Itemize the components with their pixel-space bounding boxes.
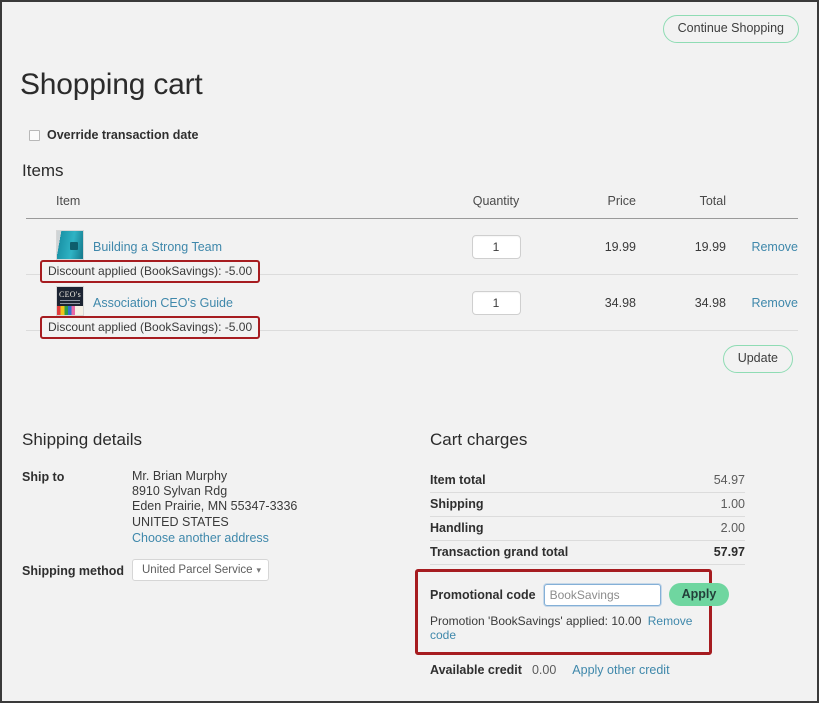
shipping-method-row: Shipping method United Parcel Service ▾ xyxy=(22,559,412,582)
column-header-item: Item xyxy=(56,194,81,208)
promotional-code-input[interactable] xyxy=(542,582,662,607)
item-title-link[interactable]: Building a Strong Team xyxy=(93,240,222,254)
charge-row-handling: Handling 2.00 xyxy=(430,517,745,541)
total-cell: 19.99 xyxy=(694,239,726,254)
column-header-price: Price xyxy=(607,194,636,208)
promotional-code-box: Promotional code Apply Promotion 'BookSa… xyxy=(415,569,730,655)
book-cover-thumbnail-icon: CEO's xyxy=(56,285,84,316)
remove-item-link[interactable]: Remove xyxy=(751,296,798,310)
quantity-input[interactable] xyxy=(471,290,521,315)
thumbnail-title-text: CEO's xyxy=(58,289,82,299)
thumbnail-lines xyxy=(60,299,80,301)
shipping-details-section: Shipping details Ship to Mr. Brian Murph… xyxy=(22,430,412,582)
quantity-cell xyxy=(446,234,546,259)
column-header-quantity: Quantity xyxy=(472,194,520,208)
charge-value: 2.00 xyxy=(720,521,745,535)
choose-another-address-link[interactable]: Choose another address xyxy=(132,531,269,546)
charge-value: 57.97 xyxy=(713,545,745,559)
page-title: Shopping cart xyxy=(20,68,203,101)
available-credit-value: 0.00 xyxy=(531,663,557,677)
shopping-cart-page: Continue Shopping Shopping cart Override… xyxy=(0,0,819,703)
item-title-link[interactable]: Association CEO's Guide xyxy=(93,296,233,310)
cart-charges-heading: Cart charges xyxy=(430,430,528,449)
remove-item-link[interactable]: Remove xyxy=(751,240,798,254)
promotion-applied-text: Promotion 'BookSavings' applied: 10.00 xyxy=(430,614,642,628)
items-table-header: Item Quantity Price Total xyxy=(26,194,798,219)
chevron-down-icon: ▾ xyxy=(256,564,261,575)
action-cell: Remove xyxy=(726,238,798,256)
override-transaction-date-checkbox[interactable] xyxy=(29,129,40,141)
shipping-method-label: Shipping method xyxy=(22,563,125,578)
total-cell: 34.98 xyxy=(694,295,726,310)
promotional-code-label: Promotional code xyxy=(430,587,536,602)
apply-promo-button[interactable]: Apply xyxy=(668,583,730,606)
promotional-code-row: Promotional code Apply xyxy=(430,582,730,607)
items-table: Item Quantity Price Total Building a Str… xyxy=(26,194,798,339)
ship-to-row: Ship to Mr. Brian Murphy 8910 Sylvan Rdg… xyxy=(22,469,412,546)
items-section-heading: Items xyxy=(22,161,64,180)
charge-row-grand-total: Transaction grand total 57.97 xyxy=(430,541,745,565)
update-cart-button[interactable]: Update xyxy=(722,345,793,373)
item-cell: CEO's Association CEO's Guide Discount a… xyxy=(26,275,446,339)
action-cell: Remove xyxy=(726,294,798,312)
address-street: 8910 Sylvan Rdg xyxy=(132,484,228,499)
item-cell: Building a Strong Team Discount applied … xyxy=(26,219,446,283)
charge-row-item-total: Item total 54.97 xyxy=(430,469,745,493)
override-transaction-date-label: Override transaction date xyxy=(47,128,199,142)
shipping-method-select[interactable]: United Parcel Service ▾ xyxy=(132,559,269,582)
address-country: UNITED STATES xyxy=(132,514,229,529)
apply-other-credit-link[interactable]: Apply other credit xyxy=(572,663,669,677)
price-cell: 34.98 xyxy=(604,295,636,310)
quantity-input[interactable] xyxy=(471,234,521,259)
topbar: Continue Shopping xyxy=(662,15,799,43)
ship-to-label: Ship to xyxy=(22,470,65,484)
table-row: Building a Strong Team Discount applied … xyxy=(26,219,798,283)
promotion-applied-row: Promotion 'BookSavings' applied: 10.00 R… xyxy=(430,614,697,642)
charge-value: 1.00 xyxy=(720,497,745,511)
address-name: Mr. Brian Murphy xyxy=(132,469,228,483)
price-cell: 19.99 xyxy=(604,239,636,254)
ship-to-address: Mr. Brian Murphy 8910 Sylvan Rdg Eden Pr… xyxy=(132,469,297,546)
shipping-method-selected-value: United Parcel Service xyxy=(142,564,253,577)
discount-applied-note: Discount applied (BookSavings): -5.00 xyxy=(40,260,261,283)
charge-label: Transaction grand total xyxy=(430,545,569,559)
available-credit-row: Available credit 0.00 Apply other credit xyxy=(430,663,670,677)
cart-charges-section: Cart charges Item total 54.97 Shipping 1… xyxy=(430,430,745,565)
charge-row-shipping: Shipping 1.00 xyxy=(430,493,745,517)
available-credit-label: Available credit xyxy=(430,663,522,677)
override-transaction-date-row[interactable]: Override transaction date xyxy=(29,128,198,142)
column-header-total: Total xyxy=(699,194,726,208)
charge-label: Item total xyxy=(430,473,486,487)
address-city: Eden Prairie, MN 55347-3336 xyxy=(132,499,298,514)
charge-label: Shipping xyxy=(430,497,484,511)
thumbnail-confetti xyxy=(57,305,83,315)
update-row: Update xyxy=(722,345,793,373)
quantity-cell xyxy=(446,290,546,315)
charge-value: 54.97 xyxy=(713,473,745,487)
continue-shopping-button[interactable]: Continue Shopping xyxy=(662,15,799,43)
discount-applied-note: Discount applied (BookSavings): -5.00 xyxy=(40,316,261,339)
shipping-details-heading: Shipping details xyxy=(22,430,143,449)
charge-label: Handling xyxy=(430,521,484,535)
table-row: CEO's Association CEO's Guide Discount a… xyxy=(26,275,798,339)
book-cover-thumbnail-icon xyxy=(56,229,84,260)
